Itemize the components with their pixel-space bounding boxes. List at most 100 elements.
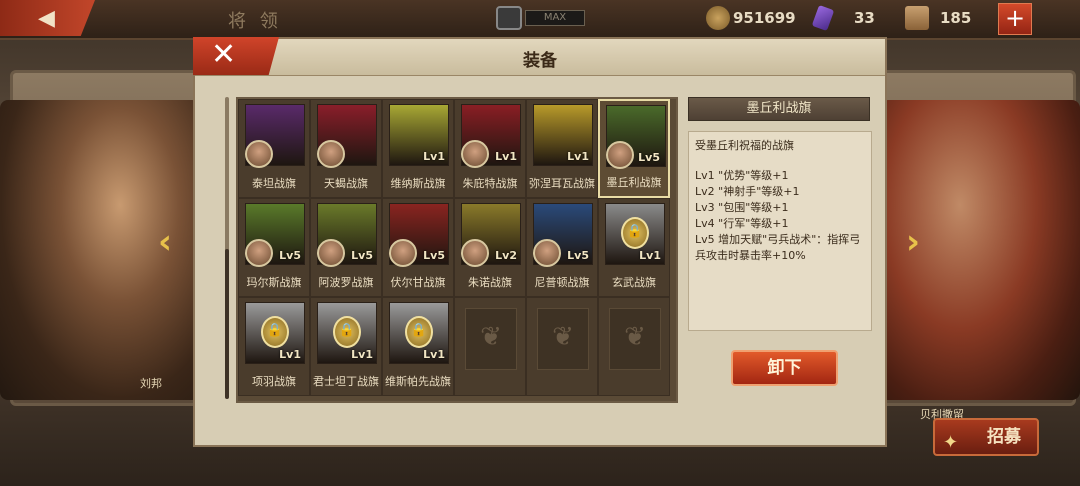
hero-avatar (461, 140, 489, 168)
left-hero-name: 刘邦 (140, 377, 162, 390)
coin-value: 951699 (733, 9, 796, 27)
page-title: 将 领 (228, 11, 282, 32)
flag-slot[interactable]: Lv5 阿波罗战旗 (310, 198, 382, 297)
equipment-modal: 装备 ✕ 泰坦战旗 天蝎战旗 Lv1 维纳斯战旗 Lv1 朱庇特战旗 Lv1 弥涅耳瓦战旗 Lv… (193, 37, 887, 447)
scroll-value: 185 (940, 9, 972, 27)
detail-lv3: Lv3 "包围"等级+1 (695, 201, 789, 214)
flag-slot[interactable]: 🔒 Lv1 项羽战旗 (238, 297, 310, 396)
flag-name: 墨丘利战旗 (606, 176, 662, 189)
unequip-button[interactable]: 卸下 (731, 350, 838, 386)
top-bar: ◀ 将 领 MAX 951699 33 185 + (0, 0, 1080, 40)
recruit-label: 招募 (987, 427, 1021, 447)
wreath-icon: ❦ (609, 308, 661, 370)
flag-slot[interactable]: Lv5 墨丘利战旗 (598, 99, 670, 198)
detail-title: 墨丘利战旗 (688, 97, 870, 121)
flag-slot[interactable]: 🔒 Lv1 玄武战旗 (598, 198, 670, 297)
gem-counter: 33 (811, 4, 875, 32)
lock-icon: 🔒 (621, 217, 649, 249)
wreath-icon: ❦ (465, 308, 517, 370)
flag-level: Lv5 (567, 249, 589, 262)
hero-avatar (389, 239, 417, 267)
flag-level: Lv5 (638, 151, 660, 164)
flag-level: Lv1 (351, 348, 373, 361)
back-button[interactable]: ◀ (0, 0, 95, 36)
flag-level: Lv1 (423, 150, 445, 163)
building-level: MAX (496, 6, 585, 30)
flag-level: Lv5 (423, 249, 445, 262)
hero-avatar (461, 239, 489, 267)
flag-name: 朱诺战旗 (468, 276, 512, 289)
empty-slot[interactable]: ❦ (454, 297, 526, 396)
flag-slot[interactable]: 🔒 Lv1 君士坦丁战旗 (310, 297, 382, 396)
empty-slot[interactable]: ❦ (598, 297, 670, 396)
flag-slot[interactable]: Lv2 朱诺战旗 (454, 198, 526, 297)
flag-level: Lv5 (279, 249, 301, 262)
lock-icon: 🔒 (333, 316, 361, 348)
scroll-icon (905, 6, 929, 30)
flag-name: 维纳斯战旗 (390, 177, 446, 190)
detail-lv4: Lv4 "行军"等级+1 (695, 217, 789, 230)
flag-name: 项羽战旗 (252, 375, 296, 388)
flag-name: 玄武战旗 (612, 276, 656, 289)
flag-level: Lv1 (423, 348, 445, 361)
flag-name: 阿波罗战旗 (318, 276, 374, 289)
flag-name: 弥涅耳瓦战旗 (529, 177, 595, 190)
hero-avatar (606, 141, 634, 169)
flag-name: 君士坦丁战旗 (313, 375, 379, 388)
scroll-counter: 185 (905, 6, 971, 30)
flag-slot[interactable]: Lv5 尼普顿战旗 (526, 198, 598, 297)
lock-icon: 🔒 (261, 316, 289, 348)
close-button[interactable]: ✕ (193, 37, 279, 75)
detail-description: 受墨丘利祝福的战旗 Lv1 "优势"等级+1 Lv2 "神射手"等级+1 Lv3… (688, 131, 872, 331)
gem-value: 33 (854, 9, 875, 27)
detail-lv1: Lv1 "优势"等级+1 (695, 169, 789, 182)
next-hero-arrow-icon[interactable]: › (898, 222, 928, 262)
flag-slot[interactable]: 泰坦战旗 (238, 99, 310, 198)
flag-name: 玛尔斯战旗 (246, 276, 302, 289)
modal-header: 装备 (195, 39, 885, 76)
gem-icon (811, 4, 835, 32)
wreath-icon: ❦ (537, 308, 589, 370)
flag-level: Lv2 (495, 249, 517, 262)
flag-level: Lv1 (495, 150, 517, 163)
recruit-button[interactable]: ✦ 招募 (933, 418, 1039, 456)
flag-name: 朱庇特战旗 (462, 177, 518, 190)
flag-grid: 泰坦战旗 天蝎战旗 Lv1 维纳斯战旗 Lv1 朱庇特战旗 Lv1 弥涅耳瓦战旗 Lv5 墨丘利战… (236, 97, 678, 403)
hero-avatar (245, 239, 273, 267)
flag-name: 尼普顿战旗 (534, 276, 590, 289)
detail-desc: 受墨丘利祝福的战旗 (695, 139, 794, 152)
flag-slot[interactable]: 天蝎战旗 (310, 99, 382, 198)
flag-level: Lv5 (351, 249, 373, 262)
add-resource-button[interactable]: + (998, 3, 1032, 35)
coin-icon (706, 6, 730, 30)
flag-level: Lv1 (567, 150, 589, 163)
max-label: MAX (525, 10, 585, 26)
detail-lv5: Lv5 增加天赋"弓兵战术"：指挥弓兵攻击时暴击率+10% (695, 233, 861, 262)
flag-name: 天蝎战旗 (324, 177, 368, 190)
modal-title: 装备 (523, 51, 557, 71)
hero-avatar (533, 239, 561, 267)
flag-slot[interactable]: 🔒 Lv1 维斯帕先战旗 (382, 297, 454, 396)
flag-name: 维斯帕先战旗 (385, 375, 451, 388)
flag-slot[interactable]: Lv1 弥涅耳瓦战旗 (526, 99, 598, 198)
temple-icon (496, 6, 522, 30)
flag-slot[interactable]: Lv5 伏尔甘战旗 (382, 198, 454, 297)
hero-avatar (317, 140, 345, 168)
flag-name: 泰坦战旗 (252, 177, 296, 190)
coin-counter: 951699 (706, 6, 796, 30)
flag-slot[interactable]: Lv5 玛尔斯战旗 (238, 198, 310, 297)
detail-lv2: Lv2 "神射手"等级+1 (695, 185, 800, 198)
flag-slot[interactable]: Lv1 朱庇特战旗 (454, 99, 526, 198)
flag-name: 伏尔甘战旗 (390, 276, 446, 289)
empty-slot[interactable]: ❦ (526, 297, 598, 396)
flag-level: Lv1 (279, 348, 301, 361)
lock-icon: 🔒 (405, 316, 433, 348)
flag-level: Lv1 (639, 249, 661, 262)
back-arrow-icon: ◀ (38, 5, 55, 31)
scrollbar-thumb[interactable] (225, 249, 229, 399)
flag-slot[interactable]: Lv1 维纳斯战旗 (382, 99, 454, 198)
recruit-icon: ✦ (943, 432, 959, 453)
hero-avatar (317, 239, 345, 267)
hero-avatar (245, 140, 273, 168)
prev-hero-arrow-icon[interactable]: ‹ (150, 222, 180, 262)
